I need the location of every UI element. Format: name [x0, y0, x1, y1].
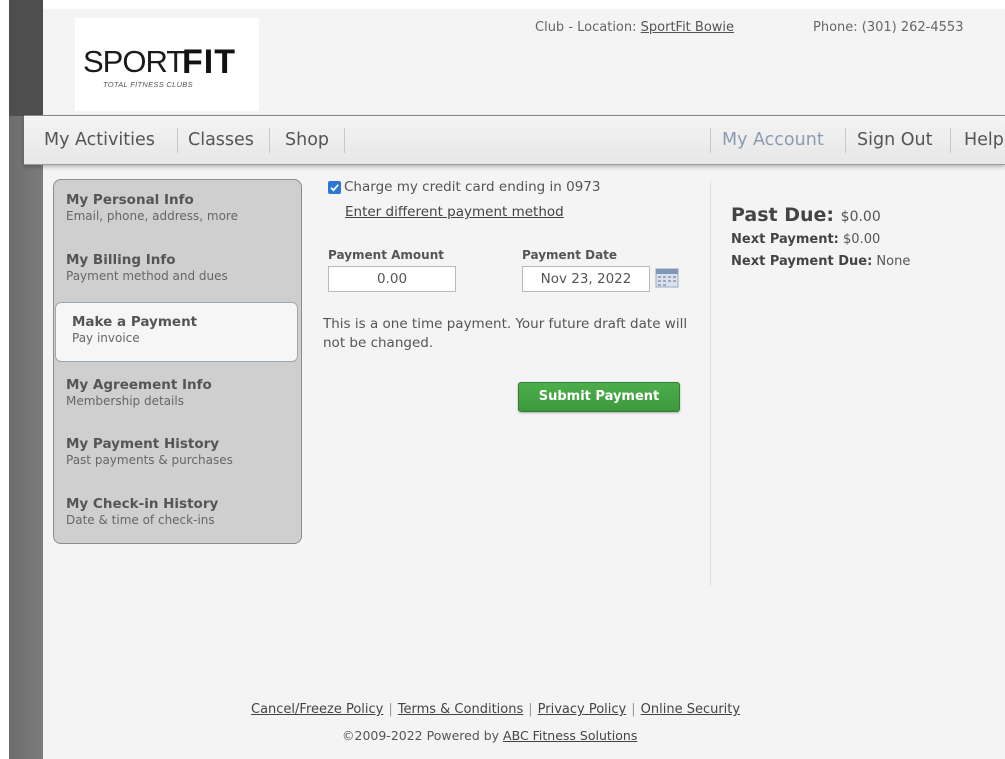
different-payment-method-link[interactable]: Enter different payment method: [345, 204, 564, 220]
footer-link-cancel-freeze[interactable]: Cancel/Freeze Policy: [251, 702, 383, 717]
past-due: Past Due: $0.00: [731, 204, 1001, 226]
nav-my-activities[interactable]: My Activities: [44, 116, 155, 164]
footer-link-privacy[interactable]: Privacy Policy: [538, 702, 627, 717]
past-due-label: Past Due:: [731, 204, 835, 226]
column-divider: [710, 181, 711, 586]
sidebar-item-agreement-info[interactable]: My Agreement Info Membership details: [66, 377, 212, 408]
sidebar-item-make-payment[interactable]: Make a Payment Pay invoice: [55, 302, 298, 362]
sidebar-item-title: Make a Payment: [72, 314, 198, 330]
footer-separator: |: [528, 702, 533, 717]
next-payment-value: $0.00: [843, 232, 881, 247]
club-logo: SPORT FIT TOTAL FITNESS CLUBS: [75, 18, 259, 111]
sidebar-item-title: My Personal Info: [66, 192, 194, 208]
club-location-label: Club - Location:: [535, 20, 641, 35]
next-payment: Next Payment: $0.00: [731, 232, 1001, 247]
abc-fitness-link[interactable]: ABC Fitness Solutions: [503, 728, 637, 743]
header: SPORT FIT TOTAL FITNESS CLUBS Club - Loc…: [43, 9, 1005, 113]
left-rail: [0, 0, 43, 759]
payment-amount-input[interactable]: 0.00: [328, 266, 456, 292]
checkmark-icon: [330, 184, 339, 192]
sidebar-item-payment-history[interactable]: My Payment History Past payments & purch…: [66, 436, 233, 467]
payment-amount-label: Payment Amount: [328, 248, 444, 262]
sidebar-item-title: My Agreement Info: [66, 377, 212, 393]
calendar-icon[interactable]: [655, 267, 679, 288]
nav-divider: [269, 128, 270, 153]
charge-card-label: Charge my credit card ending in 0973: [344, 179, 601, 195]
copyright: ©2009-2022 Powered by ABC Fitness Soluti…: [342, 728, 637, 743]
next-payment-due: Next Payment Due: None: [731, 254, 1001, 269]
footer-separator: |: [631, 702, 636, 717]
next-payment-label: Next Payment:: [731, 232, 839, 247]
logo-tagline: TOTAL FITNESS CLUBS: [103, 80, 193, 89]
nav-sign-out[interactable]: Sign Out: [857, 116, 932, 164]
club-location-link[interactable]: SportFit Bowie: [641, 20, 734, 35]
footer-link-terms[interactable]: Terms & Conditions: [398, 702, 524, 717]
nav-shop[interactable]: Shop: [285, 116, 329, 164]
sidebar-item-billing-info[interactable]: My Billing Info Payment method and dues: [66, 252, 228, 283]
sidebar-item-subtitle: Pay invoice: [72, 331, 140, 345]
footer-links: Cancel/Freeze Policy | Terms & Conditions |…: [251, 702, 740, 717]
nav-divider: [177, 128, 178, 153]
sidebar-item-title: My Billing Info: [66, 252, 176, 268]
nav-divider: [344, 128, 345, 153]
payment-date-input[interactable]: Nov 23, 2022: [522, 266, 650, 292]
footer-link-online-security[interactable]: Online Security: [641, 702, 740, 717]
logo-word-sport: SPORT: [83, 44, 185, 79]
sidebar-item-subtitle: Payment method and dues: [66, 269, 228, 283]
payment-form: Charge my credit card ending in 0973 Ent…: [323, 179, 713, 529]
nav-help[interactable]: Help: [964, 116, 1004, 164]
payment-date-label: Payment Date: [522, 248, 618, 262]
main-nav: My Activities Classes Shop My Account Si…: [24, 115, 1005, 165]
logo-word-fit: FIT: [182, 43, 236, 81]
charge-card-checkbox[interactable]: [328, 181, 341, 194]
sidebar-item-subtitle: Past payments & purchases: [66, 453, 233, 467]
club-phone: Phone: (301) 262-4553: [813, 20, 964, 35]
nav-divider: [845, 128, 846, 153]
sidebar-item-personal-info[interactable]: My Personal Info Email, phone, address, …: [66, 192, 238, 223]
sidebar-item-subtitle: Email, phone, address, more: [66, 209, 238, 223]
nav-divider: [710, 128, 711, 153]
club-location: Club - Location: SportFit Bowie: [535, 20, 734, 35]
sidebar-item-subtitle: Date & time of check-ins: [66, 513, 215, 527]
account-summary: Past Due: $0.00 Next Payment: $0.00 Next…: [731, 204, 1001, 269]
nav-divider: [950, 128, 951, 153]
nav-my-account[interactable]: My Account: [722, 116, 824, 164]
next-payment-due-label: Next Payment Due:: [731, 254, 873, 269]
submit-payment-button[interactable]: Submit Payment: [518, 382, 680, 412]
copyright-text: ©2009-2022 Powered by: [342, 728, 504, 743]
next-payment-due-value: None: [876, 254, 911, 269]
nav-classes[interactable]: Classes: [188, 116, 254, 164]
sidebar-item-title: My Payment History: [66, 436, 220, 452]
account-sidebar: My Personal Info Email, phone, address, …: [53, 179, 302, 544]
page-content: SPORT FIT TOTAL FITNESS CLUBS Club - Loc…: [24, 9, 1005, 759]
sidebar-item-subtitle: Membership details: [66, 394, 184, 408]
payment-note: This is a one time payment. Your future …: [323, 316, 688, 351]
sidebar-item-title: My Check-in History: [66, 496, 219, 512]
past-due-value: $0.00: [840, 209, 881, 225]
sidebar-item-checkin-history[interactable]: My Check-in History Date & time of check…: [66, 496, 218, 527]
footer-separator: |: [388, 702, 393, 717]
